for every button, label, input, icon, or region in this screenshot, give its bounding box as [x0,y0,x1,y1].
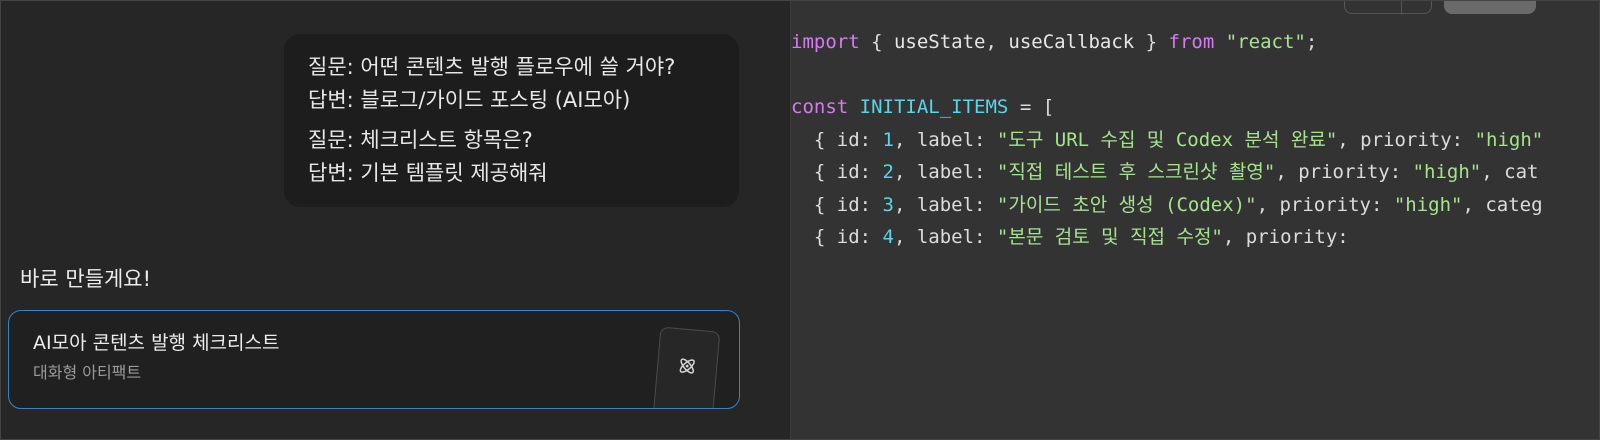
qa-pair-1: 질문: 어떤 콘텐츠 발행 플로우에 쓸 거야? 답변: 블로그/가이드 포스팅… [308,51,719,117]
code-token: , priority: [1256,193,1394,216]
code-line: { id: 1, label: "도구 URL 수집 및 Codex 분석 완료… [791,124,1543,157]
code-token: , [985,31,1009,53]
code-token: useState [893,31,986,53]
assistant-reply: 바로 만들게요! [20,267,152,291]
code-token: { [859,31,894,53]
code-panel: import { useState, useCallback } from "r… [791,0,1600,440]
question-2: 질문: 체크리스트 항목은? [308,128,533,152]
code-token: } [1134,31,1169,53]
artifact-subtitle: 대화형 아티팩트 [33,363,142,382]
code-token: "high" [1412,161,1482,183]
code-token: , categ [1462,193,1543,216]
code-token: { id: [791,128,883,151]
question-1: 질문: 어떤 콘텐츠 발행 플로우에 쓸 거야? [308,55,676,79]
code-line: import { useState, useCallback } from "r… [791,26,1543,59]
answer-1: 답변: 블로그/가이드 포스팅 (AI모아) [308,88,631,112]
code-token: , priority: [1222,226,1349,248]
code-token: "react" [1225,31,1306,53]
artifact-title: AI모아 콘텐츠 발행 체크리스트 [33,332,280,354]
code-token: , label: [893,161,997,183]
code-editor[interactable]: import { useState, useCallback } from "r… [791,26,1543,254]
app-window: 질문: 어떤 콘텐츠 발행 플로우에 쓸 거야? 답변: 블로그/가이드 포스팅… [0,0,1600,440]
code-token: const [791,96,849,118]
code-token: import [791,31,860,53]
view-toggle-group[interactable] [1344,0,1432,15]
code-token: 2 [882,161,894,183]
artifact-thumbnail [651,326,721,408]
code-token: "가이드 초안 생성 (Codex)" [996,193,1257,216]
code-token: , label: [893,193,997,216]
atom-icon [679,358,695,374]
code-token: from [1168,31,1215,53]
code-line: const INITIAL_ITEMS = [ [791,91,1543,124]
code-token: 4 [882,226,894,248]
answer-2: 답변: 기본 템플릿 제공해줘 [308,161,548,185]
toolbar-action-button[interactable] [1444,0,1536,14]
code-token: useCallback [1008,31,1135,53]
code-token: { id: [791,226,883,248]
code-token: "도구 URL 수집 및 Codex 분석 완료" [996,128,1338,151]
code-token: ; [1305,31,1318,53]
user-message-bubble: 질문: 어떤 콘텐츠 발행 플로우에 쓸 거야? 답변: 블로그/가이드 포스팅… [284,34,739,207]
qa-pair-2: 질문: 체크리스트 항목은? 답변: 기본 템플릿 제공해줘 [308,124,719,190]
code-token: = [ [1008,96,1055,118]
code-token: "직접 테스트 후 스크린샷 촬영" [996,161,1276,183]
code-token: , label: [893,226,997,248]
code-token: "본문 검토 및 직접 수정" [996,226,1223,248]
code-token: , cat [1481,161,1539,183]
code-token: , label: [893,128,997,151]
code-token: , priority: [1337,128,1475,151]
code-token: { id: [791,193,883,216]
code-token: INITIAL_ITEMS [859,96,1009,118]
code-line: { id: 4, label: "본문 검토 및 직접 수정", priorit… [791,221,1543,254]
code-line: { id: 3, label: "가이드 초안 생성 (Codex)", pri… [791,189,1543,222]
chat-panel: 질문: 어떤 콘텐츠 발행 플로우에 쓸 거야? 답변: 블로그/가이드 포스팅… [0,0,790,440]
code-line: { id: 2, label: "직접 테스트 후 스크린샷 촬영", prio… [791,156,1543,189]
code-token: "high" [1393,193,1463,216]
code-token: { id: [791,161,883,183]
artifact-card[interactable]: AI모아 콘텐츠 발행 체크리스트 대화형 아티팩트 [8,310,740,409]
code-token: 1 [882,128,894,151]
toggle-separator [1401,0,1402,15]
code-token: , priority: [1275,161,1413,183]
code-token: 3 [882,193,894,216]
code-token: "high" [1474,128,1544,151]
